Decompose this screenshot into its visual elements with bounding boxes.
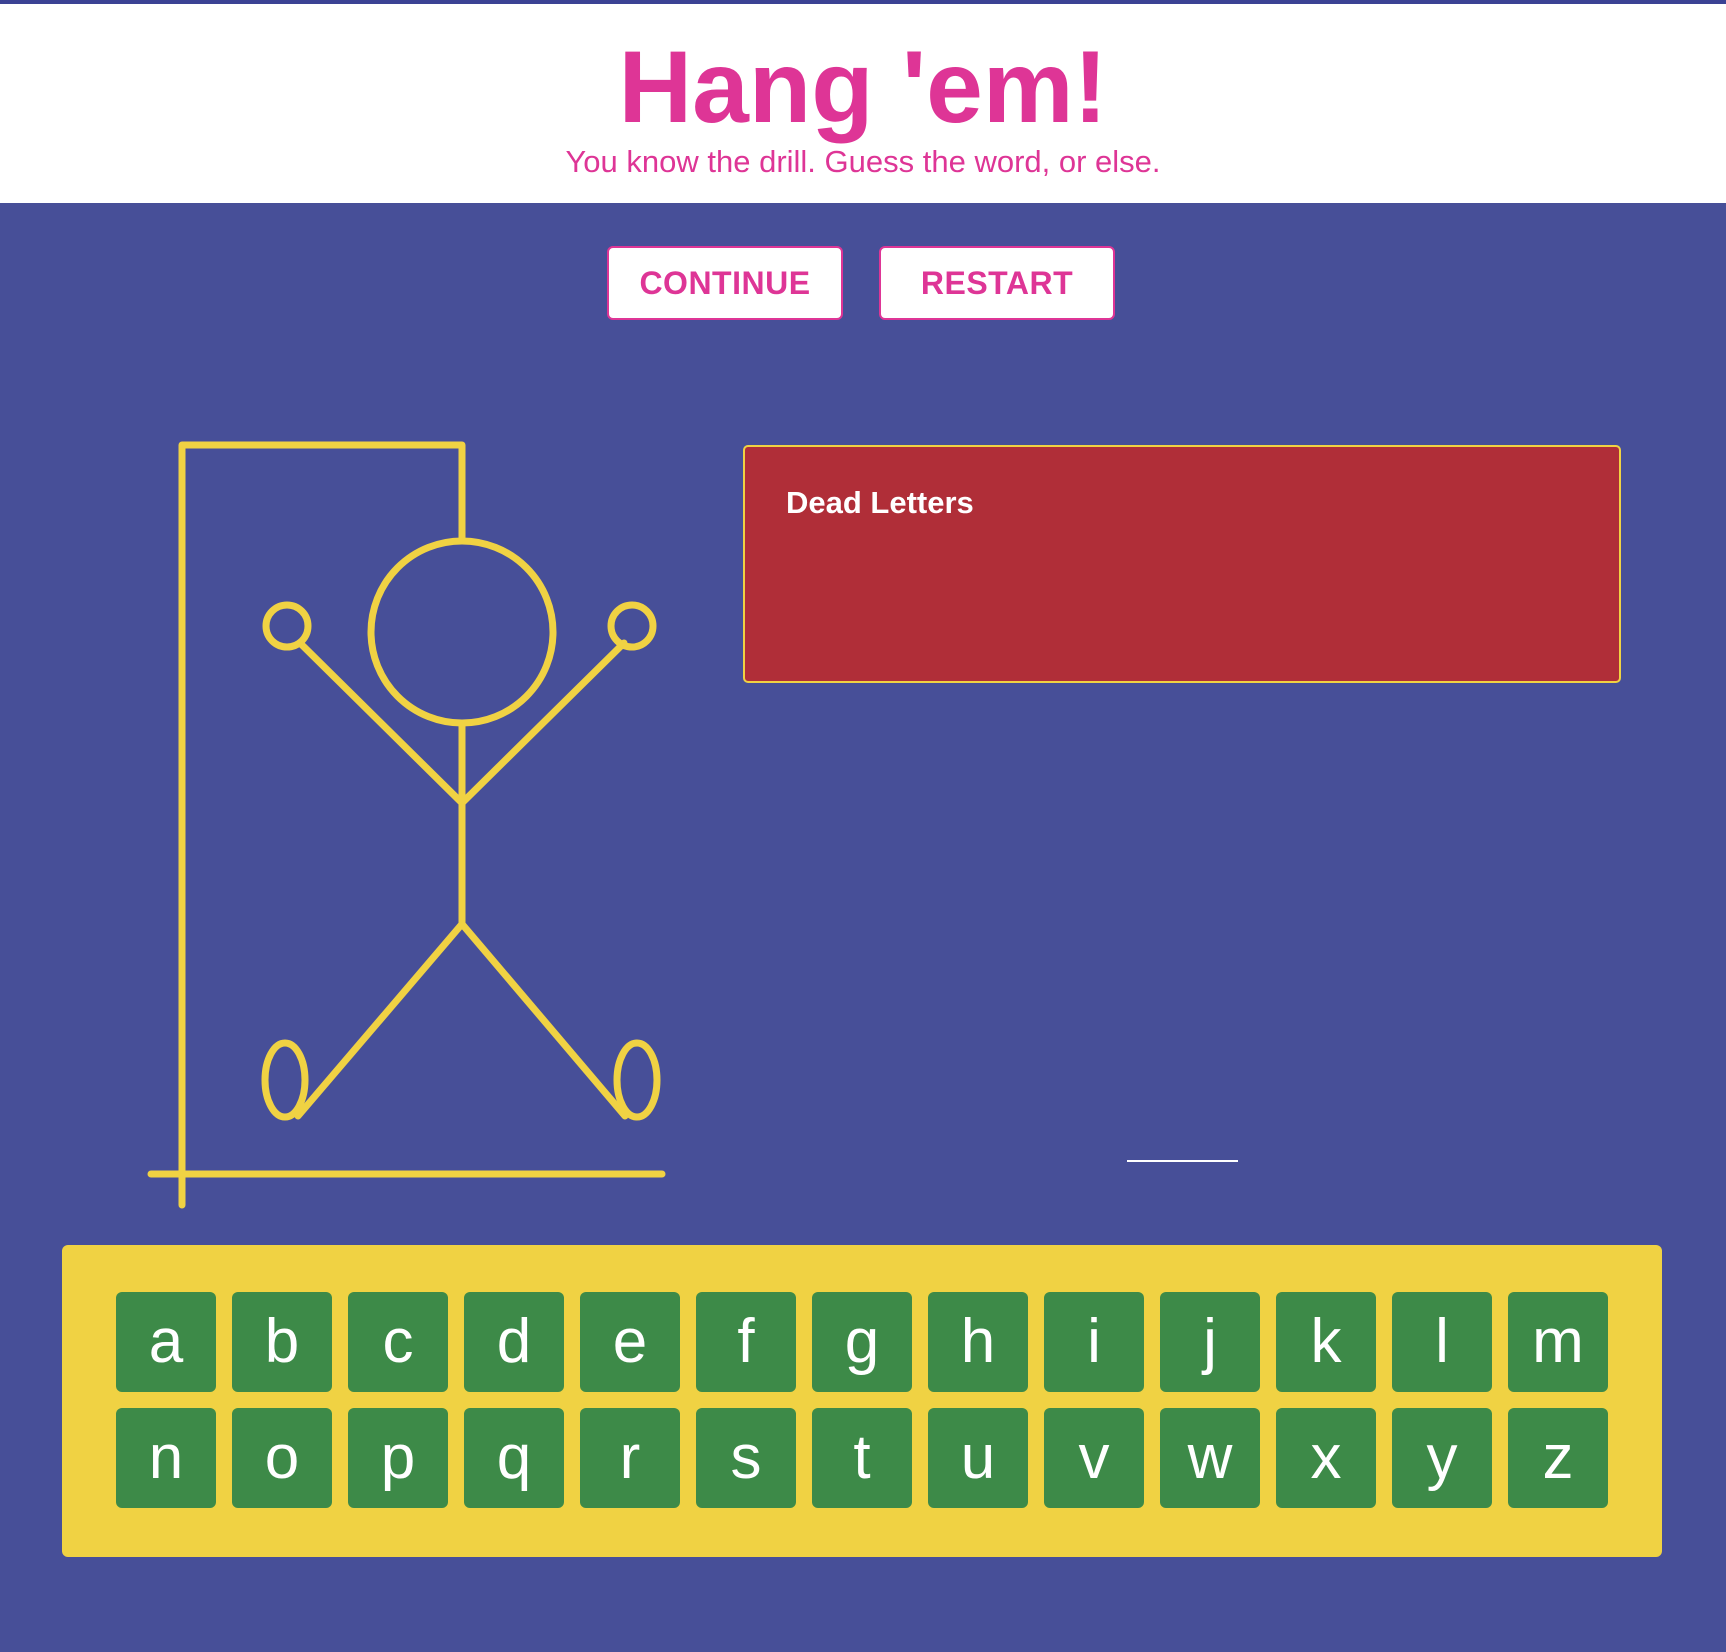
letter-key-f[interactable]: f xyxy=(696,1292,796,1392)
letter-key-g[interactable]: g xyxy=(812,1292,912,1392)
page-subtitle: You know the drill. Guess the word, or e… xyxy=(565,144,1161,179)
dead-letters-title: Dead Letters xyxy=(786,485,974,520)
letter-key-q[interactable]: q xyxy=(464,1408,564,1508)
letter-key-k[interactable]: k xyxy=(1276,1292,1376,1392)
hangman-right-leg xyxy=(458,920,629,1120)
letter-key-y[interactable]: y xyxy=(1392,1408,1492,1508)
letter-key-h[interactable]: h xyxy=(928,1292,1028,1392)
letter-key-d[interactable]: d xyxy=(464,1292,564,1392)
letter-key-a[interactable]: a xyxy=(116,1292,216,1392)
page-title: Hang 'em! xyxy=(618,30,1108,144)
letter-key-t[interactable]: t xyxy=(812,1408,912,1508)
letter-keyboard: abcdefghijklm nopqrstuvwxyz xyxy=(62,1245,1662,1557)
letter-key-w[interactable]: w xyxy=(1160,1408,1260,1508)
dead-letters-panel: Dead Letters xyxy=(743,445,1621,683)
header: Hang 'em! You know the drill. Guess the … xyxy=(0,4,1726,203)
letter-key-c[interactable]: c xyxy=(348,1292,448,1392)
letter-key-s[interactable]: s xyxy=(696,1408,796,1508)
letter-key-e[interactable]: e xyxy=(580,1292,680,1392)
letter-key-u[interactable]: u xyxy=(928,1408,1028,1508)
letter-key-b[interactable]: b xyxy=(232,1292,332,1392)
hangman-left-leg xyxy=(294,920,466,1120)
word-letter-blank xyxy=(1127,1160,1238,1162)
letter-key-z[interactable]: z xyxy=(1508,1408,1608,1508)
hangman-head xyxy=(367,537,557,727)
hangman-right-hand xyxy=(607,601,657,651)
continue-button[interactable]: CONTINUE xyxy=(607,246,843,320)
letter-key-j[interactable]: j xyxy=(1160,1292,1260,1392)
letter-key-r[interactable]: r xyxy=(580,1408,680,1508)
letter-key-i[interactable]: i xyxy=(1044,1292,1144,1392)
hangman-right-foot xyxy=(613,1039,661,1121)
hangman-drawing xyxy=(147,441,666,1209)
letter-key-n[interactable]: n xyxy=(116,1408,216,1508)
letter-key-v[interactable]: v xyxy=(1044,1408,1144,1508)
hangman-left-hand xyxy=(262,601,312,651)
letter-keys: abcdefghijklm nopqrstuvwxyz xyxy=(116,1292,1608,1508)
letter-key-m[interactable]: m xyxy=(1508,1292,1608,1392)
letter-key-l[interactable]: l xyxy=(1392,1292,1492,1392)
letter-key-x[interactable]: x xyxy=(1276,1408,1376,1508)
letter-key-o[interactable]: o xyxy=(232,1408,332,1508)
letter-key-p[interactable]: p xyxy=(348,1408,448,1508)
restart-button[interactable]: RESTART xyxy=(879,246,1115,320)
hangman-left-foot xyxy=(261,1039,309,1121)
